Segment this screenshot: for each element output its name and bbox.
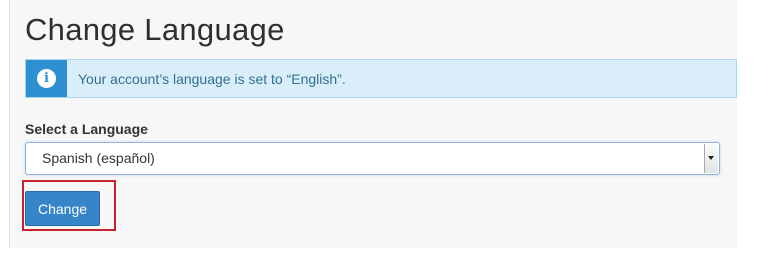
page-title: Change Language xyxy=(25,12,285,47)
language-select-value: Spanish (español) xyxy=(42,150,155,166)
language-select[interactable]: Spanish (español) xyxy=(25,142,720,175)
change-button[interactable]: Change xyxy=(25,191,100,226)
language-select-label: Select a Language xyxy=(25,121,148,137)
content-panel: Change Language i Your account’s languag… xyxy=(9,0,737,248)
alert-message: Your account’s language is set to “Engli… xyxy=(78,71,346,87)
dropdown-toggle[interactable] xyxy=(704,144,718,173)
info-alert: i Your account’s language is set to “Eng… xyxy=(25,59,737,98)
chevron-down-icon xyxy=(708,156,714,160)
info-icon: i xyxy=(37,69,56,88)
alert-icon-box: i xyxy=(26,60,67,97)
